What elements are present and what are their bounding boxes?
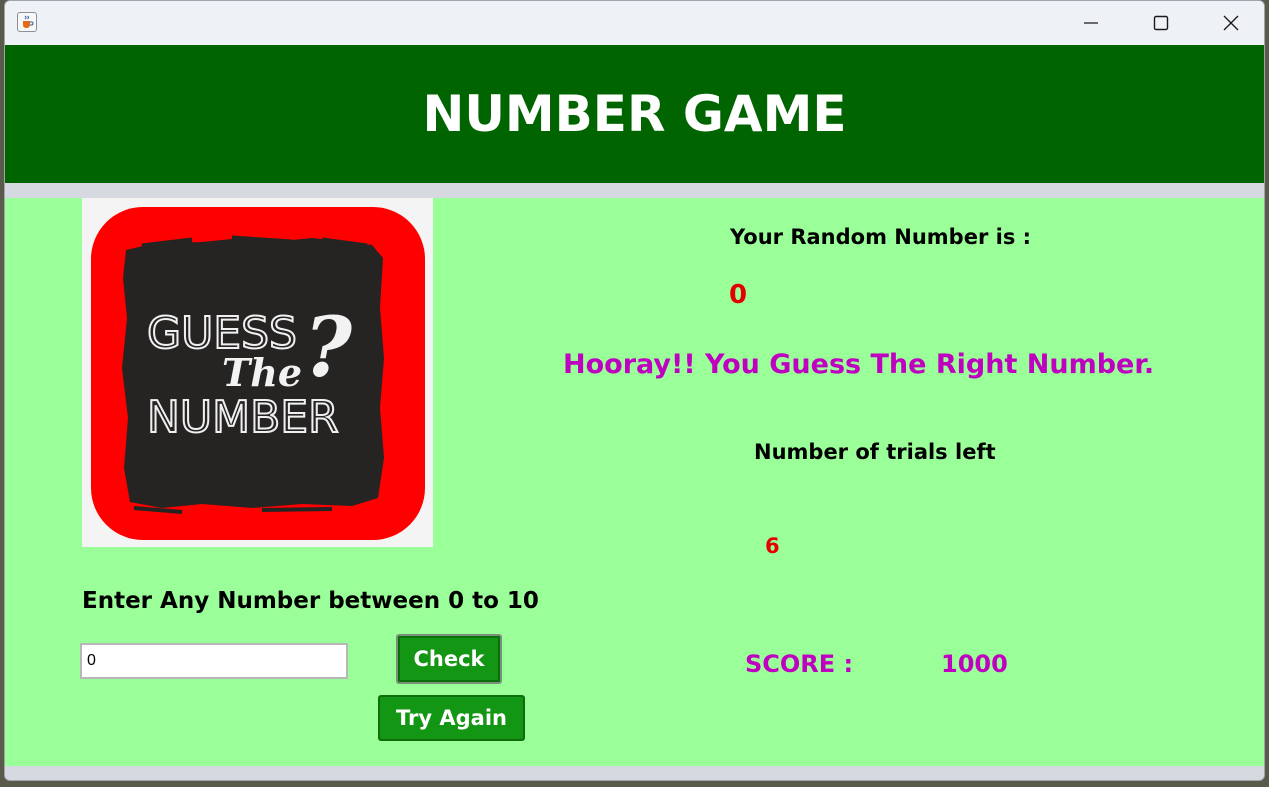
minimize-button[interactable] xyxy=(1056,1,1126,45)
close-button[interactable] xyxy=(1196,1,1264,45)
question-mark-icon: ? xyxy=(304,300,353,396)
app-window: NUMBER GAME GUESS The NUMBER ? Enter Any… xyxy=(4,0,1265,781)
maximize-icon xyxy=(1153,15,1169,31)
title-bar[interactable] xyxy=(5,1,1264,45)
close-icon xyxy=(1223,15,1239,31)
guess-the-number-logo: GUESS The NUMBER ? xyxy=(82,198,433,547)
minimize-icon xyxy=(1084,22,1098,24)
score-value: 1000 xyxy=(941,650,1008,678)
try-again-button[interactable]: Try Again xyxy=(378,695,525,741)
random-number-value: 0 xyxy=(729,280,748,310)
separator xyxy=(5,183,1264,198)
java-cup-icon[interactable] xyxy=(17,12,37,32)
logo-number-text: NUMBER xyxy=(147,392,339,443)
trials-left-value: 6 xyxy=(765,534,780,558)
window-bottom-edge xyxy=(5,766,1264,780)
random-number-label: Your Random Number is : xyxy=(730,225,1032,249)
trials-left-label: Number of trials left xyxy=(754,440,996,464)
check-button[interactable]: Check xyxy=(396,634,502,684)
input-prompt: Enter Any Number between 0 to 10 xyxy=(82,588,539,614)
guess-input[interactable] xyxy=(80,643,348,679)
page-title: NUMBER GAME xyxy=(422,85,847,143)
maximize-button[interactable] xyxy=(1126,1,1196,45)
score-label: SCORE : xyxy=(745,650,854,678)
logo-the-text: The xyxy=(222,350,302,395)
result-message: Hooray!! You Guess The Right Number. xyxy=(563,349,1155,380)
header-bar: NUMBER GAME xyxy=(5,45,1264,183)
game-panel: GUESS The NUMBER ? Enter Any Number betw… xyxy=(5,198,1264,766)
